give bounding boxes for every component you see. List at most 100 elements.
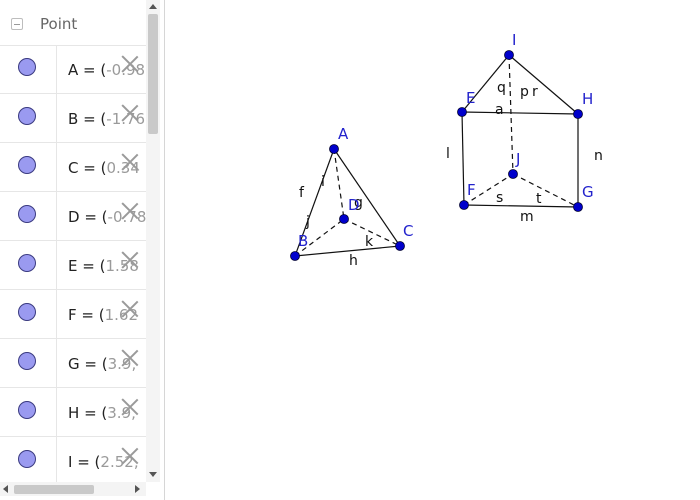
close-icon[interactable] [121,55,139,73]
close-icon[interactable] [121,300,139,318]
scroll-right-arrow-icon[interactable] [135,485,140,493]
point-name: E [68,257,78,275]
point-equals: = ( [82,257,106,275]
point-c[interactable] [395,241,405,251]
visibility-toggle-icon[interactable] [18,303,36,321]
algebra-group-title: Point [40,15,78,33]
segment-label-f: f [299,185,305,201]
close-icon[interactable] [121,251,139,269]
point-a[interactable] [329,144,339,154]
algebra-row[interactable]: A = (-0.98 [0,45,146,94]
point-label-f: F [467,181,476,199]
graphics-view[interactable]: f i j g k h a q p r l n s t m A B C D E … [165,0,700,500]
point-equals: = ( [84,355,108,373]
point-label-c: C [403,222,413,240]
point-name: H [68,404,80,422]
close-icon[interactable] [121,447,139,465]
visibility-toggle-icon[interactable] [18,205,36,223]
point-equals: = ( [83,110,107,128]
close-icon[interactable] [121,349,139,367]
marble-cell[interactable] [0,94,57,142]
point-equals: = ( [81,306,105,324]
marble-cell[interactable] [0,437,57,485]
segment-h[interactable] [294,245,401,257]
segment-label-m: m [520,209,534,225]
segment-t[interactable] [512,173,579,208]
point-label-d: D [348,196,360,214]
close-icon[interactable] [121,104,139,122]
point-equals: = ( [84,404,108,422]
algebra-row[interactable]: G = (3.9, [0,339,146,388]
point-d[interactable] [339,214,349,224]
algebra-row[interactable]: E = (1.58 [0,241,146,290]
algebra-row[interactable]: H = (3.9, [0,388,146,437]
marble-cell[interactable] [0,388,57,436]
marble-cell[interactable] [0,45,57,93]
point-name: G [68,355,80,373]
point-name: D [68,208,80,226]
point-equals: = ( [83,159,107,177]
segment-label-q: q [497,80,506,96]
point-equals: = ( [77,453,101,471]
visibility-toggle-icon[interactable] [18,254,36,272]
scroll-left-arrow-icon[interactable] [3,485,8,493]
marble-cell[interactable] [0,339,57,387]
close-icon[interactable] [121,398,139,416]
point-e[interactable] [457,107,467,117]
horizontal-scroll-thumb[interactable] [14,485,94,494]
visibility-toggle-icon[interactable] [18,107,36,125]
marble-cell[interactable] [0,143,57,191]
segment-i[interactable] [333,148,345,220]
visibility-toggle-icon[interactable] [18,450,36,468]
point-f[interactable] [459,200,469,210]
point-name: C [68,159,79,177]
segment-label-r: r [532,84,538,100]
segment-l[interactable] [461,111,465,206]
point-j[interactable] [508,169,518,179]
segment-g[interactable] [333,148,401,247]
point-h[interactable] [573,109,583,119]
vertical-scrollbar[interactable] [146,0,160,482]
horizontal-scrollbar[interactable] [0,482,146,496]
marble-cell[interactable] [0,192,57,240]
visibility-toggle-icon[interactable] [18,401,36,419]
algebra-row[interactable]: F = (1.62 [0,290,146,339]
point-i[interactable] [504,50,514,60]
segment-label-h: h [349,253,358,269]
close-icon[interactable] [121,202,139,220]
visibility-toggle-icon[interactable] [18,352,36,370]
algebra-row[interactable]: C = (0.34 [0,143,146,192]
close-icon[interactable] [121,153,139,171]
point-equals: = ( [84,208,108,226]
point-equals: = ( [83,61,107,79]
algebra-group-header[interactable]: Point [0,0,146,46]
segment-a[interactable] [461,111,579,115]
algebra-row[interactable]: I = (2.52, [0,437,146,486]
point-label-h: H [582,90,593,108]
point-name: I [68,453,73,471]
scroll-up-arrow-icon[interactable] [149,4,157,9]
geometry-canvas[interactable]: f i j g k h a q p r l n s t m A B C D E … [165,0,700,500]
segment-m[interactable] [463,204,579,208]
segment-label-s: s [496,190,503,206]
visibility-toggle-icon[interactable] [18,156,36,174]
point-label-a: A [338,125,349,143]
algebra-row[interactable]: D = (-0.78 [0,192,146,241]
vertical-scroll-thumb[interactable] [148,14,158,134]
point-label-i: I [512,31,516,49]
collapse-icon[interactable] [11,18,23,30]
algebra-row[interactable]: B = (-1.76 [0,94,146,143]
visibility-toggle-icon[interactable] [18,58,36,76]
segment-label-p: p [520,84,529,100]
marble-cell[interactable] [0,290,57,338]
marble-cell[interactable] [0,241,57,289]
scroll-down-arrow-icon[interactable] [149,472,157,477]
segment-label-l: l [446,146,450,162]
algebra-panel: Point A = (-0.98 B = (-1.76 C = (0.34 D = (… [0,0,160,500]
point-b[interactable] [290,251,300,261]
segment-label-t: t [536,191,542,207]
point-label-b: B [298,232,308,250]
segment-p[interactable] [508,54,514,175]
segment-label-a: a [495,102,504,118]
point-g[interactable] [573,202,583,212]
